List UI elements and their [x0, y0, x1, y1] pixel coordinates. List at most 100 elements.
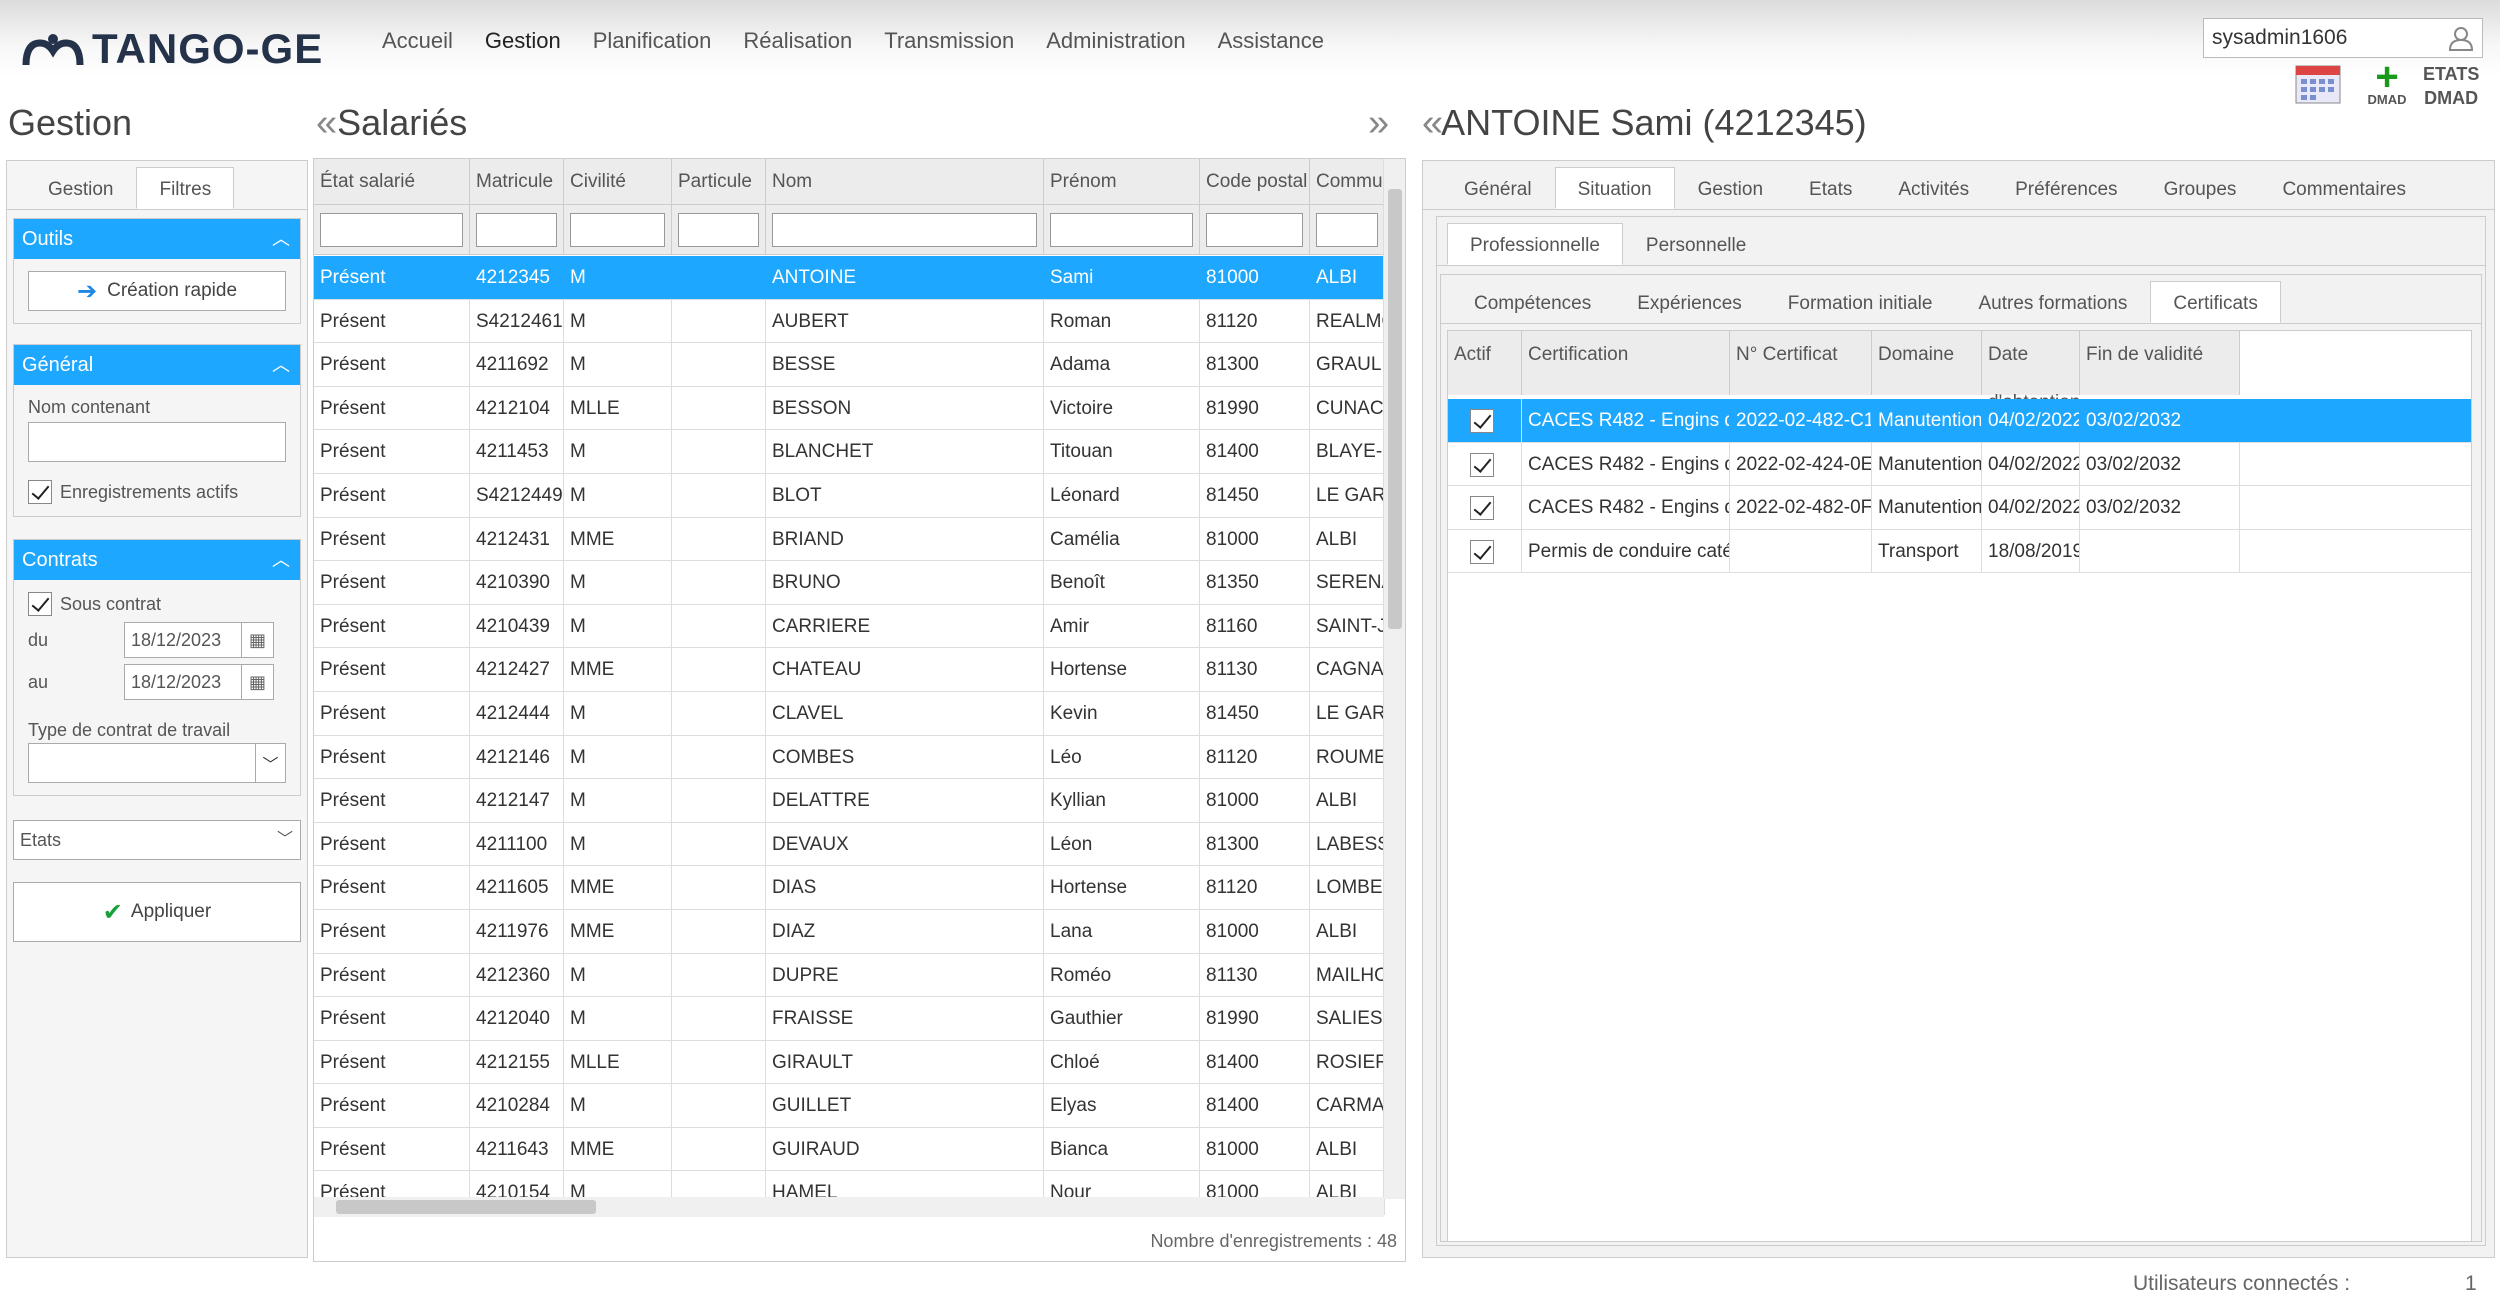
table-row[interactable]: Présent4211692M BESSEAdama81300GRAULHET — [314, 343, 1385, 387]
table-row[interactable]: Présent4210390M BRUNOBenoît81350SERENAC — [314, 561, 1385, 605]
scroll-thumb[interactable] — [1388, 189, 1402, 629]
active-checkbox[interactable] — [1470, 539, 1494, 564]
table-row[interactable]: Présent4212360M DUPRERoméo81130MAILHOC — [314, 953, 1385, 998]
table-row[interactable]: Présent 4212147 M DELATTRE Kyllian 81000 ALBI — [314, 779, 1385, 823]
tab-activit-s[interactable]: Activités — [1875, 167, 1992, 209]
subtab-autres-formations[interactable]: Autres formations — [1955, 281, 2150, 323]
table-row[interactable]: PrésentS4212461M AUBERTRoman81120REALMONT — [314, 299, 1385, 344]
subtab-personnelle[interactable]: Personnelle — [1623, 223, 1769, 265]
nav-realisation[interactable]: Réalisation — [743, 28, 852, 54]
quick-create-button[interactable]: ➔ Création rapide — [28, 271, 286, 311]
table-row[interactable]: Présent 4212040 M FRAISSE Gauthier 81990 SALIE… — [314, 997, 1385, 1041]
subtab-exp-riences[interactable]: Expériences — [1614, 281, 1765, 323]
table-row[interactable]: Présent 4211976 MME DIAZ Lana 81000 ALBI — [314, 909, 1385, 954]
app-logo[interactable]: TANGO-GE — [22, 22, 323, 76]
chevron-double-left-icon[interactable]: « — [316, 102, 337, 144]
column-header[interactable]: Civilité — [564, 159, 672, 205]
table-row[interactable]: Présent4211100M DEVAUXLéon81300LABESSIERE — [314, 822, 1385, 867]
table-row[interactable]: Présent 4211453 M BLANCHET Titouan 81400 BLAYE… — [314, 430, 1385, 474]
column-header[interactable]: Prénom — [1044, 159, 1200, 205]
table-row[interactable]: Présent 4212431 MME BRIAND Camélia 81000 ALBI — [314, 517, 1385, 562]
table-row[interactable]: Présent4210284M GUILLETElyas81400CARMAUX — [314, 1084, 1385, 1128]
column-header[interactable]: N° Certificat — [1730, 331, 1872, 395]
column-header[interactable]: Nom — [766, 159, 1044, 205]
name-filter-input[interactable] — [28, 422, 286, 462]
column-filter-input[interactable] — [476, 213, 557, 247]
nav-assistance[interactable]: Assistance — [1218, 28, 1324, 54]
column-header[interactable]: Code postal — [1200, 159, 1310, 205]
column-filter-input[interactable] — [1050, 213, 1193, 247]
column-filter-input[interactable] — [772, 213, 1037, 247]
active-records-checkbox[interactable] — [28, 480, 52, 504]
nav-accueil[interactable]: Accueil — [382, 28, 453, 54]
table-row[interactable]: CACES R482 - Engins de chantier : E2022-… — [1448, 442, 2471, 487]
tab-gestion[interactable]: Gestion — [1675, 167, 1786, 209]
column-header[interactable]: Commune — [1310, 159, 1385, 205]
collapse-middle-button[interactable]: » — [1368, 102, 1389, 145]
column-filter-input[interactable] — [678, 213, 759, 247]
subtab-formation-initiale[interactable]: Formation initiale — [1765, 281, 1956, 323]
to-date-calendar-button[interactable]: ▦ — [242, 664, 274, 700]
active-checkbox[interactable] — [1470, 496, 1494, 521]
contract-type-select[interactable]: ﹀ — [28, 743, 286, 783]
section-outils-header[interactable]: Outils ︿ — [14, 219, 300, 259]
from-date-input[interactable]: 18/12/2023 — [124, 622, 242, 658]
nav-transmission[interactable]: Transmission — [884, 28, 1014, 54]
apply-button[interactable]: ✔ Appliquer — [13, 882, 301, 942]
table-row[interactable]: Présent4211605MME DIASHortense81120LOMBER… — [314, 866, 1385, 910]
column-header[interactable]: Particule — [672, 159, 766, 205]
table-row[interactable]: Présent 4212104 MLLE BESSON Victoire 81990 CUN… — [314, 386, 1385, 431]
scroll-thumb[interactable] — [336, 1200, 596, 1214]
table-row[interactable]: PrésentS4212449M BLOTLéonard81450LE GARRI… — [314, 473, 1385, 518]
active-checkbox[interactable] — [1470, 408, 1494, 433]
column-header[interactable]: État salarié — [314, 159, 470, 205]
tab-pr-f-rences[interactable]: Préférences — [1992, 167, 2140, 209]
tab-etats[interactable]: Etats — [1786, 167, 1875, 209]
tab-gestion[interactable]: Gestion — [25, 167, 136, 209]
table-row[interactable]: Présent 4212427 MME CHATEAU Hortense 81130 CAG… — [314, 648, 1385, 692]
table-row[interactable]: CACES R482 - Engins de chantier : C2022-… — [1448, 399, 2471, 443]
column-header[interactable]: Domaine — [1872, 331, 1982, 395]
to-date-input[interactable]: 18/12/2023 — [124, 664, 242, 700]
under-contract-checkbox[interactable] — [28, 592, 52, 616]
table-row[interactable]: Présent4210439M CARRIEREAmir81160SAINT-JU… — [314, 604, 1385, 649]
tab-g-n-ral[interactable]: Général — [1441, 167, 1555, 209]
column-filter-input[interactable] — [320, 213, 463, 247]
subtab-comp-tences[interactable]: Compétences — [1451, 281, 1614, 323]
column-filter-input[interactable] — [1316, 213, 1378, 247]
section-contrats-header[interactable]: Contrats ︿ — [14, 540, 300, 580]
section-general-header[interactable]: Général ︿ — [14, 345, 300, 385]
tab-filtres[interactable]: Filtres — [136, 167, 235, 209]
subtab-professionnelle[interactable]: Professionnelle — [1447, 223, 1623, 265]
column-header[interactable]: Fin de validité — [2080, 331, 2240, 395]
dmad-add-button[interactable]: + DMAD — [2357, 57, 2417, 107]
tab-commentaires[interactable]: Commentaires — [2259, 167, 2429, 209]
chevron-double-left-icon[interactable]: « — [1422, 102, 1443, 144]
nav-planification[interactable]: Planification — [593, 28, 712, 54]
table-row[interactable]: Présent4212146M COMBESLéo81120ROUMEGOUX — [314, 735, 1385, 780]
tab-groupes[interactable]: Groupes — [2141, 167, 2260, 209]
table-row[interactable]: Présent4212444M CLAVELKevin81450LE GARRIC — [314, 691, 1385, 736]
column-header[interactable]: Date d'obtention — [1982, 331, 2080, 413]
table-row[interactable]: Présent 4212155 MLLE GIRAULT Chloé 81400 ROSIE… — [314, 1040, 1385, 1085]
table-row[interactable]: Présent 4211643 MME GUIRAUD Bianca 81000 ALBI — [314, 1127, 1385, 1172]
horizontal-scrollbar[interactable] — [314, 1197, 1384, 1217]
user-menu[interactable]: sysadmin1606 — [2203, 18, 2483, 58]
nav-gestion[interactable]: Gestion — [485, 28, 561, 54]
etats-select[interactable]: Etats ﹀ — [13, 820, 301, 860]
column-filter-input[interactable] — [1206, 213, 1303, 247]
table-row[interactable]: Permis de conduire catégorie B Transport1… — [1448, 529, 2471, 574]
table-row[interactable]: Présent 4212345 M ANTOINE Sami 81000 ALBI — [314, 256, 1385, 300]
active-checkbox[interactable] — [1470, 452, 1494, 477]
tab-situation[interactable]: Situation — [1554, 167, 1675, 209]
calendar-icon[interactable] — [2295, 62, 2341, 104]
column-filter-input[interactable] — [570, 213, 665, 247]
vertical-scrollbar[interactable] — [1383, 159, 1405, 1199]
column-header[interactable]: Certification — [1522, 331, 1730, 395]
subtab-certificats[interactable]: Certificats — [2150, 281, 2281, 323]
column-header[interactable]: Matricule — [470, 159, 564, 205]
column-header[interactable]: Actif — [1448, 331, 1522, 395]
etats-dmad-button[interactable]: ETATS DMAD — [2423, 62, 2479, 110]
nav-administration[interactable]: Administration — [1046, 28, 1185, 54]
from-date-calendar-button[interactable]: ▦ — [242, 622, 274, 658]
